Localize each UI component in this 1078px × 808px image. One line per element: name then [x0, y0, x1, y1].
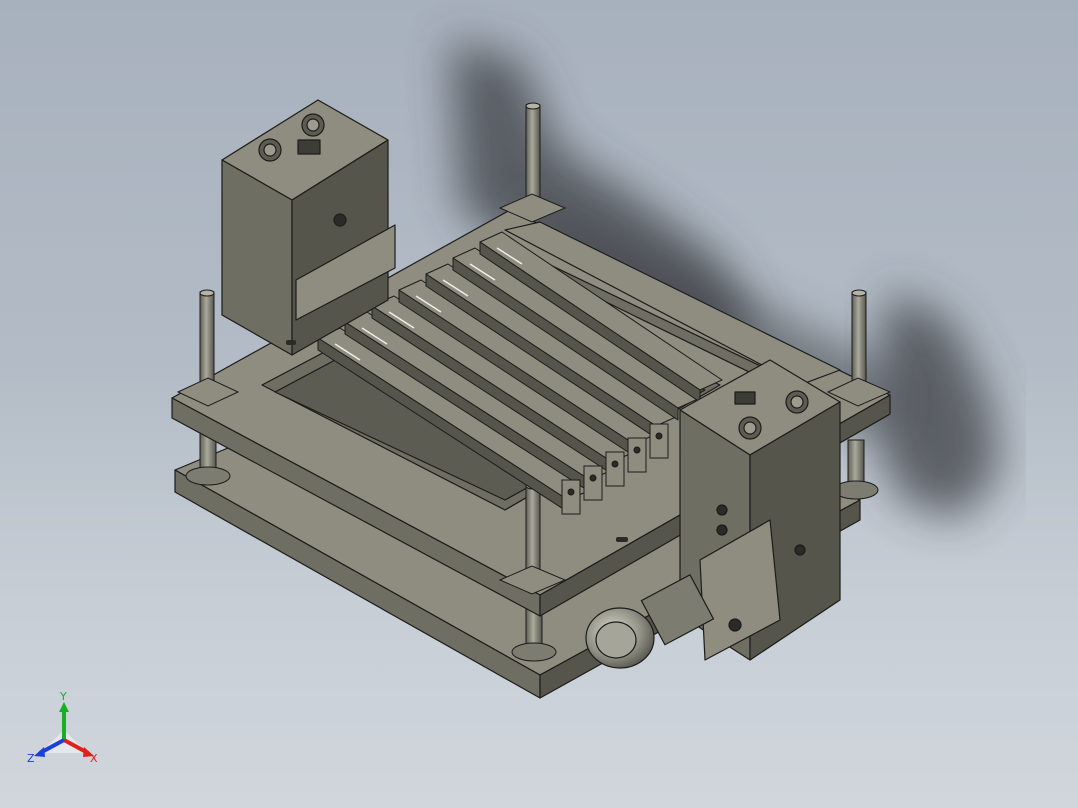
view-orientation-triad-icon: Y X Z	[27, 690, 98, 765]
triad-x-label: X	[90, 752, 98, 765]
triad-y-label: Y	[59, 690, 67, 703]
stamping-die-assembly-model[interactable]	[0, 0, 1078, 808]
triad-z-label: Z	[27, 752, 35, 765]
cad-3d-viewport[interactable]: Y X Z	[0, 0, 1078, 808]
